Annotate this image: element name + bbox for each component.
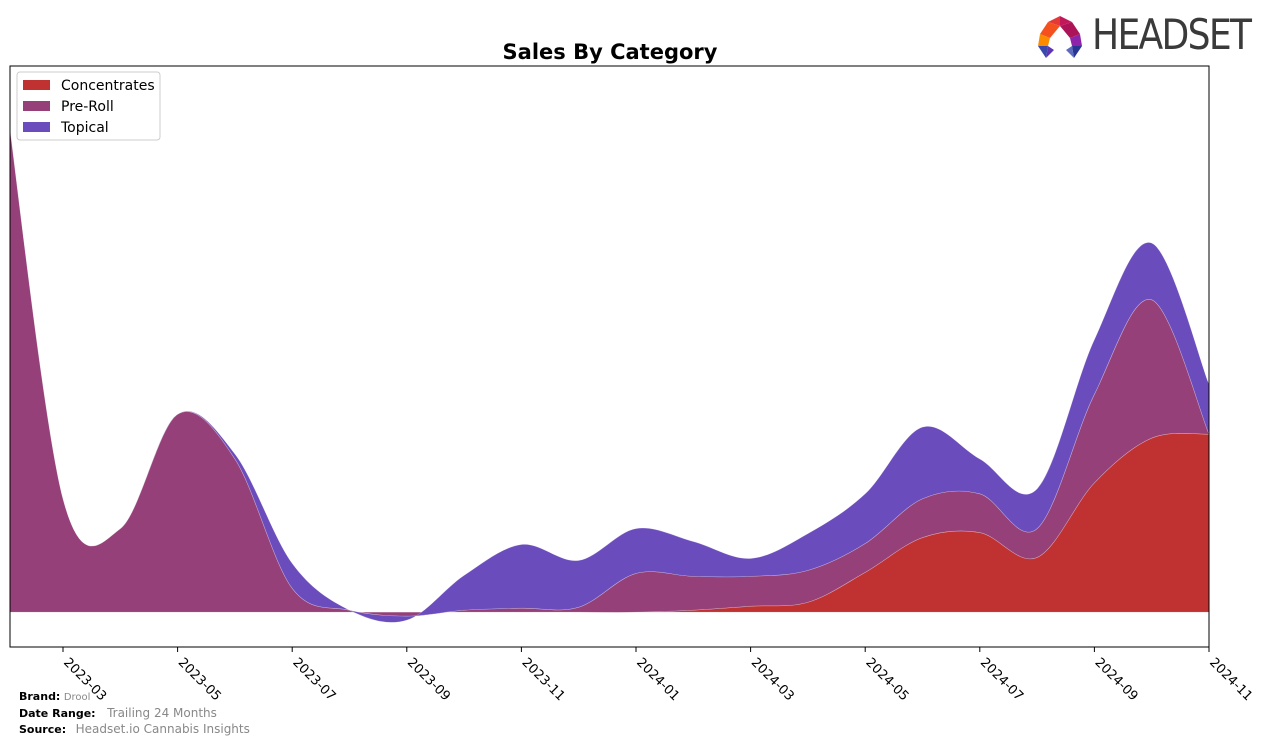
source-label: Source: <box>19 723 67 736</box>
legend-swatch-concentrates <box>23 80 50 90</box>
headset-logo-icon <box>1038 16 1082 58</box>
sales-by-category-chart: Sales By Category 2023-03 2023-05 2023-07 2… <box>9 40 1255 704</box>
date-range-value: Trailing 24 Months <box>107 706 217 720</box>
legend-swatch-topical <box>23 122 50 132</box>
x-tick-label: 2024-05 <box>862 655 911 704</box>
x-tick-label: 2023-07 <box>289 655 338 704</box>
x-tick-label: 2024-01 <box>633 655 682 704</box>
legend-label-topical: Topical <box>60 120 109 136</box>
area-layers <box>10 126 1209 623</box>
footer-brand: Brand: Drool <box>19 689 90 706</box>
brand-value: Drool <box>63 692 91 703</box>
legend-label-concentrates: Concentrates <box>61 78 155 94</box>
headset-logo-text: HEADSET <box>1092 10 1252 59</box>
footer-date-range: Date Range: Trailing 24 Months <box>19 705 217 722</box>
footer-source: Source: Headset.io Cannabis Insights <box>19 721 250 738</box>
area-pre-roll <box>10 126 1209 617</box>
x-tick-label: 2023-11 <box>519 655 568 704</box>
brand-label: Brand: <box>19 690 61 703</box>
legend: Concentrates Pre-Roll Topical <box>16 71 161 141</box>
source-value: Headset.io Cannabis Insights <box>75 722 250 736</box>
x-tick-label: 2024-03 <box>748 655 797 704</box>
x-tick-label: 2024-07 <box>977 655 1026 704</box>
x-tick-label: 2023-05 <box>175 655 224 704</box>
headset-logo: HEADSET <box>1036 10 1266 62</box>
legend-swatch-pre-roll <box>23 101 50 111</box>
x-axis: 2023-03 2023-05 2023-07 2023-09 2023-11 2024-… <box>60 647 1255 704</box>
x-tick-label: 2024-09 <box>1092 655 1141 704</box>
legend-label-pre-roll: Pre-Roll <box>61 99 114 115</box>
date-range-label: Date Range: <box>19 707 96 720</box>
x-tick-label: 2024-11 <box>1206 655 1255 704</box>
x-tick-label: 2023-09 <box>404 655 453 704</box>
chart-title: Sales By Category <box>503 40 718 64</box>
